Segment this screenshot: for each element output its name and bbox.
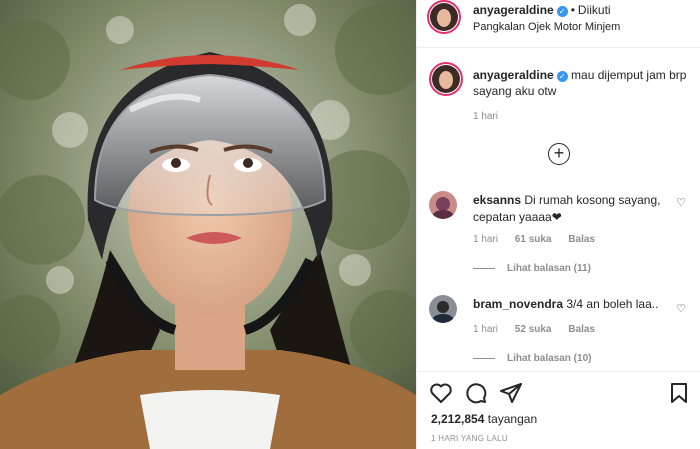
share-icon[interactable]	[499, 381, 523, 405]
verified-badge-icon: ✓	[556, 71, 568, 82]
caption-avatar-image	[432, 65, 460, 93]
comment-meta: 1 hari 61 suka Balas	[473, 234, 609, 245]
comment-likes[interactable]: 61 suka	[515, 234, 552, 245]
view-replies-button[interactable]: Lihat balasan (10)	[473, 353, 591, 364]
post-caption: anyageraldine ✓ mau dijemput jam brp saya…	[473, 67, 695, 99]
author-username[interactable]: anyageraldine	[473, 3, 554, 17]
commenter-avatar-image	[429, 295, 457, 323]
comment-icon[interactable]	[464, 381, 488, 405]
comment-like-icon[interactable]: ♡	[676, 302, 686, 315]
post-location[interactable]: Pangkalan Ojek Motor Minjem	[473, 21, 620, 33]
view-count[interactable]: 2,212,854 tayangan	[431, 412, 537, 426]
view-replies-button[interactable]: Lihat balasan (11)	[473, 263, 591, 274]
view-count-number: 2,212,854	[431, 412, 485, 426]
caption-username[interactable]: anyageraldine	[473, 68, 554, 82]
reply-button[interactable]: Balas	[568, 234, 595, 245]
comment-text: 3/4 an boleh laa..	[566, 297, 659, 311]
replies-divider	[473, 357, 495, 359]
video-frame-illustration	[0, 0, 416, 449]
view-replies-label: Lihat balasan (11)	[507, 263, 591, 274]
author-avatar[interactable]	[427, 0, 461, 34]
heart-icon[interactable]	[429, 381, 453, 405]
verified-badge-icon: ✓	[556, 6, 568, 17]
reply-button[interactable]: Balas	[568, 324, 595, 335]
follow-status-button[interactable]: Diikuti	[578, 3, 611, 17]
caption-time[interactable]: 1 hari	[473, 111, 498, 122]
view-replies-label: Lihat balasan (10)	[507, 353, 592, 364]
comment: eksanns Di rumah kosong sayang, cepatan …	[473, 192, 669, 226]
caption-avatar[interactable]	[429, 62, 463, 96]
post-header: anyageraldine ✓ • Diikuti Pangkalan Ojek Mo…	[417, 0, 700, 48]
header-line: anyageraldine ✓ • Diikuti	[473, 3, 611, 17]
comment-meta: 1 hari 52 suka Balas	[473, 324, 609, 335]
bookmark-icon[interactable]	[667, 381, 691, 405]
author-avatar-image	[430, 3, 458, 31]
commenter-avatar[interactable]	[429, 191, 457, 219]
commenter-avatar-image	[429, 191, 457, 219]
comment-like-icon[interactable]: ♡	[676, 196, 686, 209]
comment-time[interactable]: 1 hari	[473, 234, 498, 245]
header-separator: •	[570, 3, 575, 17]
comment-likes[interactable]: 52 suka	[515, 324, 552, 335]
commenter-avatar[interactable]	[429, 295, 457, 323]
post-timestamp: 1 HARI YANG LALU	[431, 434, 508, 443]
post-panel: anyageraldine ✓ • Diikuti Pangkalan Ojek Mo…	[416, 0, 700, 449]
comment: bram_novendra 3/4 an boleh laa..	[473, 296, 669, 313]
comment-time[interactable]: 1 hari	[473, 324, 498, 335]
replies-divider	[473, 267, 495, 269]
comment-username[interactable]: eksanns	[473, 193, 521, 207]
load-more-comments-button[interactable]: +	[548, 143, 570, 165]
post-actions: 2,212,854 tayangan 1 HARI YANG LALU	[417, 371, 700, 449]
post-video[interactable]	[0, 0, 416, 449]
comment-username[interactable]: bram_novendra	[473, 297, 563, 311]
view-count-label: tayangan	[487, 412, 538, 426]
